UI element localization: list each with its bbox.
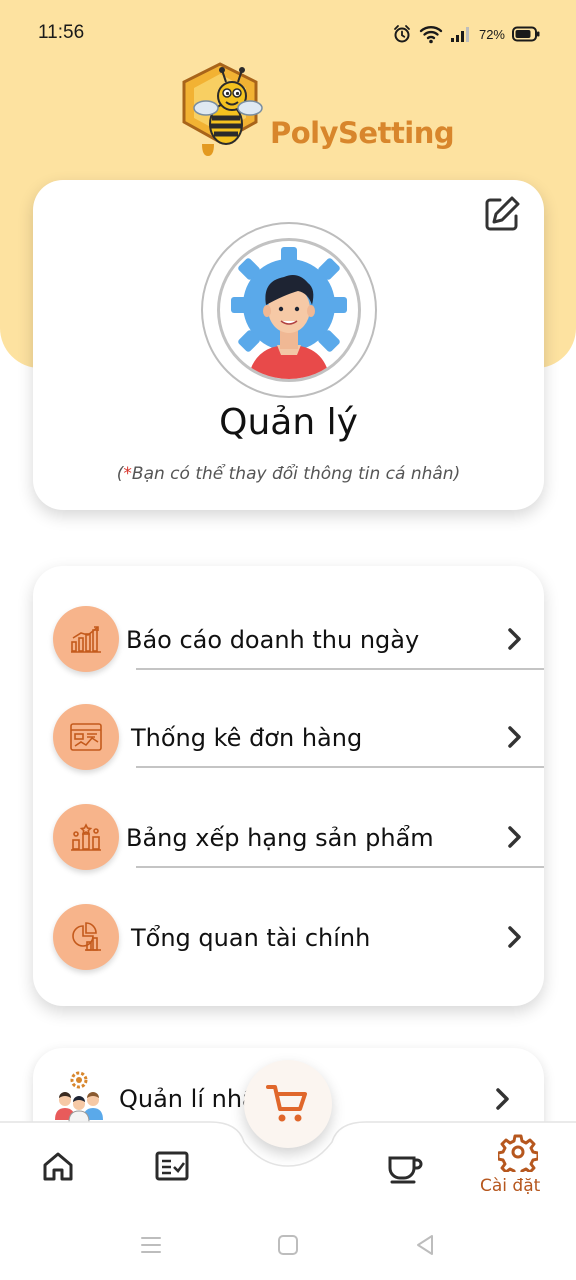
profile-name: Quản lý (219, 402, 358, 443)
nav-orders[interactable] (152, 1146, 192, 1186)
system-home-button[interactable] (275, 1232, 301, 1258)
menu-item-label: Thống kê đơn hàng (131, 724, 363, 752)
cart-icon (266, 1085, 307, 1122)
menu-lines-icon (141, 1237, 161, 1253)
system-menu-button[interactable] (138, 1232, 164, 1258)
avatar-ring[interactable] (201, 222, 377, 398)
menu-item-label: Bảng xếp hạng sản phẩm (126, 824, 434, 852)
nav-settings[interactable] (496, 1132, 540, 1178)
chevron-right-icon (508, 628, 521, 650)
signal-icon (450, 27, 469, 42)
order-list-icon (155, 1151, 189, 1181)
battery-icon (512, 26, 540, 42)
back-triangle-icon (417, 1235, 433, 1255)
menu-item-label: Tổng quan tài chính (131, 924, 371, 952)
chevron-right-icon (508, 726, 521, 748)
system-back-button[interactable] (412, 1232, 438, 1258)
chevron-right-icon (496, 1088, 509, 1110)
avatar-illustration-icon (231, 247, 347, 379)
gear-icon (496, 1134, 540, 1178)
square-home-icon (278, 1235, 298, 1255)
menu-item-finance-overview[interactable]: Tổng quan tài chính (33, 864, 544, 970)
finance-overview-icon (53, 904, 119, 970)
reports-menu-card: Báo cáo doanh thu ngày Thống kê đơn hàng… (33, 566, 544, 1006)
profile-card: Quản lý (*Bạn có thể thay đổi thông tin … (33, 180, 544, 510)
bee-logo-icon (182, 62, 263, 156)
brand-name: PolySetting (270, 116, 455, 150)
profile-hint: (*Bạn có thể thay đổi thông tin cá nhân) (33, 464, 544, 484)
wifi-icon (419, 26, 443, 44)
status-icons: 72% (392, 24, 540, 44)
menu-item-order-stats[interactable]: Thống kê đơn hàng (33, 664, 544, 770)
order-stats-icon (53, 704, 119, 770)
menu-item-product-ranking[interactable]: Bảng xếp hạng sản phẩm (33, 764, 544, 870)
brand-logo: PolySetting (180, 60, 455, 160)
nav-drinks[interactable] (384, 1146, 424, 1186)
hint-text: Bạn có thể thay đổi thông tin cá nhân (131, 464, 454, 484)
hint-required-star: * (123, 464, 132, 484)
revenue-chart-icon (53, 606, 119, 672)
status-time: 11:56 (38, 22, 85, 43)
home-icon (43, 1152, 73, 1181)
hint-close-paren: ) (453, 464, 461, 484)
battery-percent: 72% (478, 26, 505, 42)
edit-icon (485, 196, 520, 231)
chevron-right-icon (508, 826, 521, 848)
nav-home[interactable] (38, 1146, 78, 1186)
alarm-icon (394, 25, 410, 43)
avatar (217, 238, 361, 382)
cart-button[interactable] (244, 1060, 332, 1148)
coffee-cup-icon (388, 1156, 423, 1184)
menu-item-daily-revenue[interactable]: Báo cáo doanh thu ngày (33, 566, 544, 672)
menu-item-label: Báo cáo doanh thu ngày (126, 626, 420, 654)
chevron-right-icon (508, 926, 521, 948)
product-ranking-icon (53, 804, 119, 870)
nav-settings-label: Cài đặt (480, 1176, 541, 1196)
edit-profile-button[interactable] (482, 194, 522, 234)
